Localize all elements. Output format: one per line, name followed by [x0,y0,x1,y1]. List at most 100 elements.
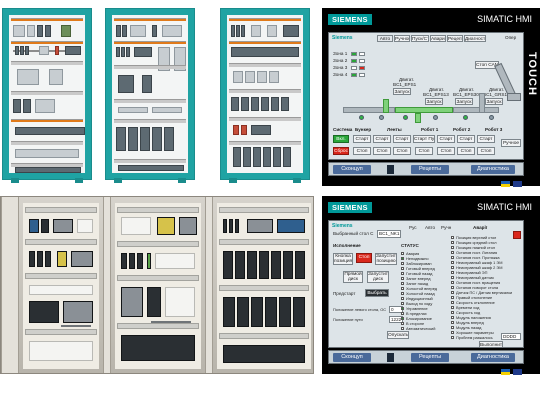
hmi-taskbar: Сконцуп Рецепты Диагностика [328,162,524,187]
stop-button-4[interactable]: Стоп [415,147,433,155]
zone-label-4: Зона 4 [333,72,348,77]
run-position-button[interactable]: Запустить позицию [375,253,397,265]
start-button-3[interactable]: Старт [393,135,411,143]
flag-ua-icon[interactable] [501,181,510,187]
book-icon[interactable] [387,353,394,362]
sensor-dot [359,115,364,120]
start-button-5[interactable]: Старт [437,135,455,143]
field-label: Положение пути [333,317,363,322]
start-button-4[interactable]: Старт Пуск [413,135,435,143]
tab-auto[interactable]: Авто [377,35,393,42]
cabinet-drawing-3 [220,8,310,183]
tab-diagnostics[interactable]: Диагностика [464,35,486,42]
launch-button-1[interactable]: Запуск [393,88,411,95]
status-led [359,73,365,77]
conveyor-segment-active [395,107,453,113]
stop-button-5[interactable]: Стоп [437,147,455,155]
conveyor-segment-active [415,113,421,123]
launch-button-4[interactable]: Запуск [485,98,503,105]
selector-field[interactable]: BC1_NK1 [377,230,401,238]
flag-gb-icon[interactable] [513,369,522,375]
tab-manual[interactable]: Ручной [394,35,410,42]
flag-gb-icon[interactable] [513,181,522,187]
timestamp-field: DDDD [501,333,521,340]
status-led [359,59,365,63]
sensor-dot [463,115,468,120]
status-led [351,73,357,77]
forward-disk-button[interactable]: Прямой диск [343,271,363,283]
tab-alarms[interactable]: Аварии [430,35,446,42]
status-led [359,52,365,56]
mode-label-belts: Ленты [387,127,402,132]
stop-button-7[interactable]: Стоп [477,147,495,155]
sensor-dot [433,115,438,120]
start-button-2[interactable]: Старт [373,135,391,143]
taskbar-button-overview[interactable]: Сконцуп [333,353,371,362]
book-icon[interactable] [387,165,394,174]
sensor-dot [403,115,408,120]
system-reset-button[interactable]: Сброс [333,147,349,155]
zone-label-2: Зона 2 [333,58,348,63]
siemens-logo: SIEMENS [328,14,372,25]
group-title: Исполнение [333,243,361,248]
operator-label: Опер [505,35,517,40]
tab-recipes[interactable]: Рецепты [447,35,463,42]
taskbar-button-recipes[interactable]: Рецепты [411,165,449,174]
manual-button[interactable]: Ручное [501,139,521,147]
robot-arm-icon [507,93,521,101]
cabinet-layout-drawings [0,0,312,190]
mode-label-robot1: Робот 1 [421,127,439,132]
position-button[interactable]: Кнопка позиция [333,253,353,265]
start-button-1[interactable]: Старт [353,135,371,143]
system-on-button[interactable]: Вкл. [333,135,349,143]
hmi-model: SIMATIC HMI [477,14,532,24]
start-button-6[interactable]: Старт [457,135,475,143]
hmi-panel-detail: SIEMENS SIMATIC HMI Siemens Выбранный ст… [322,196,540,375]
taskbar-button-recipes[interactable]: Рецепты [411,353,449,362]
taskbar-button-diagnostics[interactable]: Диагностика [471,165,515,174]
start-button-7[interactable]: Старт [477,135,495,143]
launch-button-2[interactable]: Запуск [425,98,443,105]
status-led [351,52,357,56]
taskbar-button-overview[interactable]: Сконцуп [333,165,371,174]
zone-label-3: Зона 3 [333,65,348,70]
stop-button-1[interactable]: Стоп [353,147,371,155]
hmi-display: Siemens Выбранный стол С BC1_NK1 Рус Авт… [328,220,524,348]
stop-button-6[interactable]: Стоп [457,147,475,155]
status-item: Автоматический [401,326,449,331]
sensor-dot [489,115,494,120]
conveyor-segment [453,107,499,113]
sensor-dot [379,115,384,120]
apply-button[interactable]: Выполнить [479,341,503,347]
hmi-model: SIMATIC HMI [477,202,532,212]
cabinet-photo [0,196,314,374]
flag-ua-icon[interactable] [501,369,510,375]
conveyor-segment [479,93,485,113]
mode-tab-rus[interactable]: Рус [409,225,417,231]
cabinet-drawing-1 [2,8,92,183]
mode-tab-auto[interactable]: Авто [425,225,435,231]
screen-logo: Siemens [332,35,353,41]
status-led [359,66,365,70]
stop-button-2[interactable]: Стоп [373,147,391,155]
touch-label: TOUCH [526,52,538,96]
mode-tab-manual[interactable]: Ручн [441,225,451,231]
mode-label-robot2: Робот 2 [453,127,471,132]
status-led [351,66,357,70]
field-label: Положение левого стола, ОС [333,307,387,312]
tab-start-stop[interactable]: Пуск/Стоп [411,35,429,42]
taskbar-button-diagnostics[interactable]: Диагностика [471,353,515,362]
lower-button[interactable]: Опускать [387,331,409,339]
hmi-taskbar: Сконцуп Рецепты Диагностика [328,350,524,375]
status-title: СТАТУС [401,243,419,248]
stop-button-3[interactable]: Стоп [393,147,411,155]
mode-label-system: Система [333,127,353,132]
selector-label: Выбранный стол С [333,231,374,236]
prestart-button[interactable]: Выбрать [365,289,389,297]
launch-button-3[interactable]: Запуск [455,98,473,105]
stop-button[interactable]: Стоп [356,253,372,263]
alarms-title: Аварії [473,225,488,230]
cabinet-drawing-2 [105,8,195,183]
mode-label-bunker: Бункер [355,127,372,132]
run-disk-button[interactable]: Запустить диск [367,271,389,283]
